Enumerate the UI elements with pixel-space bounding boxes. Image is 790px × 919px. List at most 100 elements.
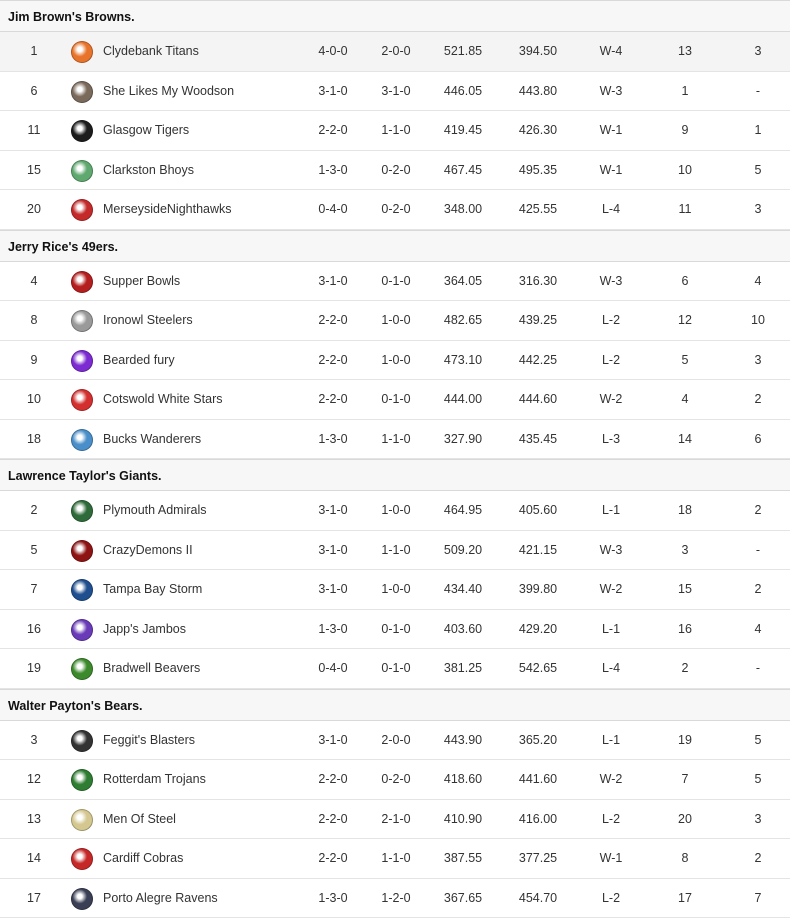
team-stat-col9: 15	[678, 582, 692, 596]
team-stat-col10: 2	[754, 503, 762, 517]
team-stat-col10: -	[755, 661, 761, 675]
red-helmet-icon	[71, 199, 93, 221]
team-name-link[interactable]: CrazyDemons II	[103, 531, 193, 570]
team-record: 3-1-0	[318, 542, 348, 557]
team-row[interactable]: 2 Plymouth Admirals 3-1-0 1-0-0 464.95 405.60…	[0, 491, 790, 531]
team-points-against: 444.60	[518, 392, 558, 406]
raven-helmet-icon	[71, 887, 93, 910]
team-rank: 10	[27, 392, 41, 406]
team-record: 2-2-0	[318, 772, 348, 786]
team-streak: L-1	[601, 503, 621, 517]
team-row[interactable]: 3 Feggit's Blasters 3-1-0 2-0-0 443.90 365.20…	[0, 720, 790, 760]
team-row[interactable]: 5 CrazyDemons II 3-1-0 1-1-0 509.20 421.15 W-3…	[0, 530, 790, 570]
team-points-for: 367.65	[443, 890, 483, 905]
team-row[interactable]: 14 Cardiff Cobras 2-2-0 1-1-0 387.55 377.25 W-…	[0, 839, 790, 879]
team-division-record: 1-0-0	[381, 582, 411, 596]
team-name-link[interactable]: Cotswold White Stars	[103, 380, 222, 419]
team-streak: W-1	[599, 123, 623, 137]
team-rank: 19	[27, 661, 41, 675]
team-row[interactable]: 11 Glasgow Tigers 2-2-0 1-1-0 419.45 426.30 W-…	[0, 111, 790, 151]
team-name-link[interactable]: Plymouth Admirals	[103, 491, 207, 530]
blue-crest-icon	[71, 428, 93, 451]
team-stat-col10: 2	[754, 851, 762, 865]
team-row[interactable]: 7 Tampa Bay Storm 3-1-0 1-0-0 434.40 399.80 W-…	[0, 570, 790, 610]
division-header: Jim Brown's Browns.	[0, 0, 790, 32]
team-name-link[interactable]: Cardiff Cobras	[103, 839, 183, 878]
team-points-for: 464.95	[443, 503, 483, 517]
team-name-link[interactable]: Glasgow Tigers	[103, 111, 189, 150]
team-name-link[interactable]: Clarkston Bhoys	[103, 151, 194, 190]
team-stat-col9: 10	[678, 162, 692, 177]
team-record: 1-3-0	[318, 431, 348, 446]
green-gold-helmet-icon	[71, 658, 93, 680]
team-row[interactable]: 8 Ironowl Steelers 2-2-0 1-0-0 482.65 439.25 L…	[0, 301, 790, 341]
team-name-link[interactable]: Bucks Wanderers	[103, 420, 201, 459]
team-stat-col10: 7	[754, 890, 762, 905]
team-name-link[interactable]: Clydebank Titans	[103, 32, 199, 71]
cobra-icon	[71, 848, 93, 870]
team-record: 0-4-0	[318, 202, 348, 216]
team-row[interactable]: 6 She Likes My Woodson 3-1-0 3-1-0 446.05 443…	[0, 71, 790, 111]
team-name-link[interactable]: Supper Bowls	[103, 262, 180, 301]
division-header: Walter Payton's Bears.	[0, 688, 790, 721]
team-rank: 7	[30, 582, 38, 596]
team-streak: W-3	[599, 273, 623, 288]
team-row[interactable]: 18 Bucks Wanderers 1-3-0 1-1-0 327.90 435.45 L…	[0, 419, 790, 459]
team-name-link[interactable]: Bradwell Beavers	[103, 649, 200, 688]
team-name-link[interactable]: Rotterdam Trojans	[103, 760, 206, 799]
rooster-icon	[71, 389, 93, 411]
team-row[interactable]: 20 MerseysideNighthawks 0-4-0 0-2-0 348.00 42…	[0, 190, 790, 230]
team-row[interactable]: 16 Japp's Jambos 1-3-0 0-1-0 403.60 429.20 L-1…	[0, 609, 790, 649]
team-name-link[interactable]: Ironowl Steelers	[103, 301, 193, 340]
team-stat-col9: 1	[681, 83, 689, 98]
team-streak: W-3	[599, 83, 623, 98]
team-stat-col10: 3	[754, 44, 762, 58]
team-row[interactable]: 9 Bearded fury 2-2-0 1-0-0 473.10 442.25 L-2 5 3	[0, 340, 790, 380]
team-stat-col10: 1	[754, 123, 762, 137]
team-row[interactable]: 17 Porto Alegre Ravens 1-3-0 1-2-0 367.65 454…	[0, 878, 790, 918]
team-name-link[interactable]: MerseysideNighthawks	[103, 190, 232, 229]
team-rank: 6	[30, 83, 38, 98]
team-stat-col10: 5	[754, 772, 762, 786]
team-record: 3-1-0	[318, 503, 348, 517]
team-streak: L-4	[601, 661, 621, 675]
division-header: Jerry Rice's 49ers.	[0, 229, 790, 262]
team-points-against: 439.25	[518, 313, 558, 327]
team-row[interactable]: 15 Clarkston Bhoys 1-3-0 0-2-0 467.45 495.35 W…	[0, 150, 790, 190]
team-record: 3-1-0	[318, 273, 348, 288]
team-name-link[interactable]: Japp's Jambos	[103, 610, 186, 649]
team-rank: 11	[27, 123, 41, 137]
team-points-for: 467.45	[443, 162, 483, 177]
team-rank: 4	[30, 273, 38, 288]
team-division-record: 0-2-0	[381, 202, 411, 216]
team-row[interactable]: 19 Bradwell Beavers 0-4-0 0-1-0 381.25 542.65…	[0, 649, 790, 689]
team-points-against: 495.35	[518, 162, 558, 177]
team-streak: W-3	[599, 542, 623, 557]
team-row[interactable]: 10 Cotswold White Stars 2-2-0 0-1-0 444.00 44…	[0, 380, 790, 420]
team-name-link[interactable]: She Likes My Woodson	[103, 72, 234, 111]
team-rank: 20	[27, 202, 41, 216]
team-stat-col9: 11	[678, 202, 692, 216]
team-points-for: 381.25	[443, 661, 483, 675]
team-name-link[interactable]: Porto Alegre Ravens	[103, 879, 218, 918]
team-division-record: 0-1-0	[381, 273, 411, 288]
team-streak: L-4	[601, 202, 621, 216]
team-division-record: 1-1-0	[381, 851, 411, 865]
team-stat-col9: 20	[678, 811, 692, 826]
team-rank: 3	[30, 732, 38, 747]
team-row[interactable]: 13 Men Of Steel 2-2-0 2-1-0 410.90 416.00 L-2 2…	[0, 799, 790, 839]
team-rank: 18	[27, 431, 41, 446]
team-points-for: 418.60	[443, 772, 483, 786]
team-name-link[interactable]: Tampa Bay Storm	[103, 570, 202, 609]
team-record: 3-1-0	[318, 83, 348, 98]
team-row[interactable]: 1 Clydebank Titans 4-0-0 2-0-0 521.85 394.50 W…	[0, 32, 790, 72]
team-name-link[interactable]: Men Of Steel	[103, 800, 176, 839]
team-row[interactable]: 12 Rotterdam Trojans 2-2-0 0-2-0 418.60 441.6…	[0, 760, 790, 800]
demon-icon	[71, 539, 93, 562]
team-name-link[interactable]: Bearded fury	[103, 341, 175, 380]
team-points-for: 443.90	[443, 732, 483, 747]
team-row[interactable]: 4 Supper Bowls 3-1-0 0-1-0 364.05 316.30 W-3 6 4	[0, 261, 790, 301]
team-streak: L-2	[601, 313, 621, 327]
team-record: 2-2-0	[318, 123, 348, 137]
team-name-link[interactable]: Feggit's Blasters	[103, 721, 195, 760]
